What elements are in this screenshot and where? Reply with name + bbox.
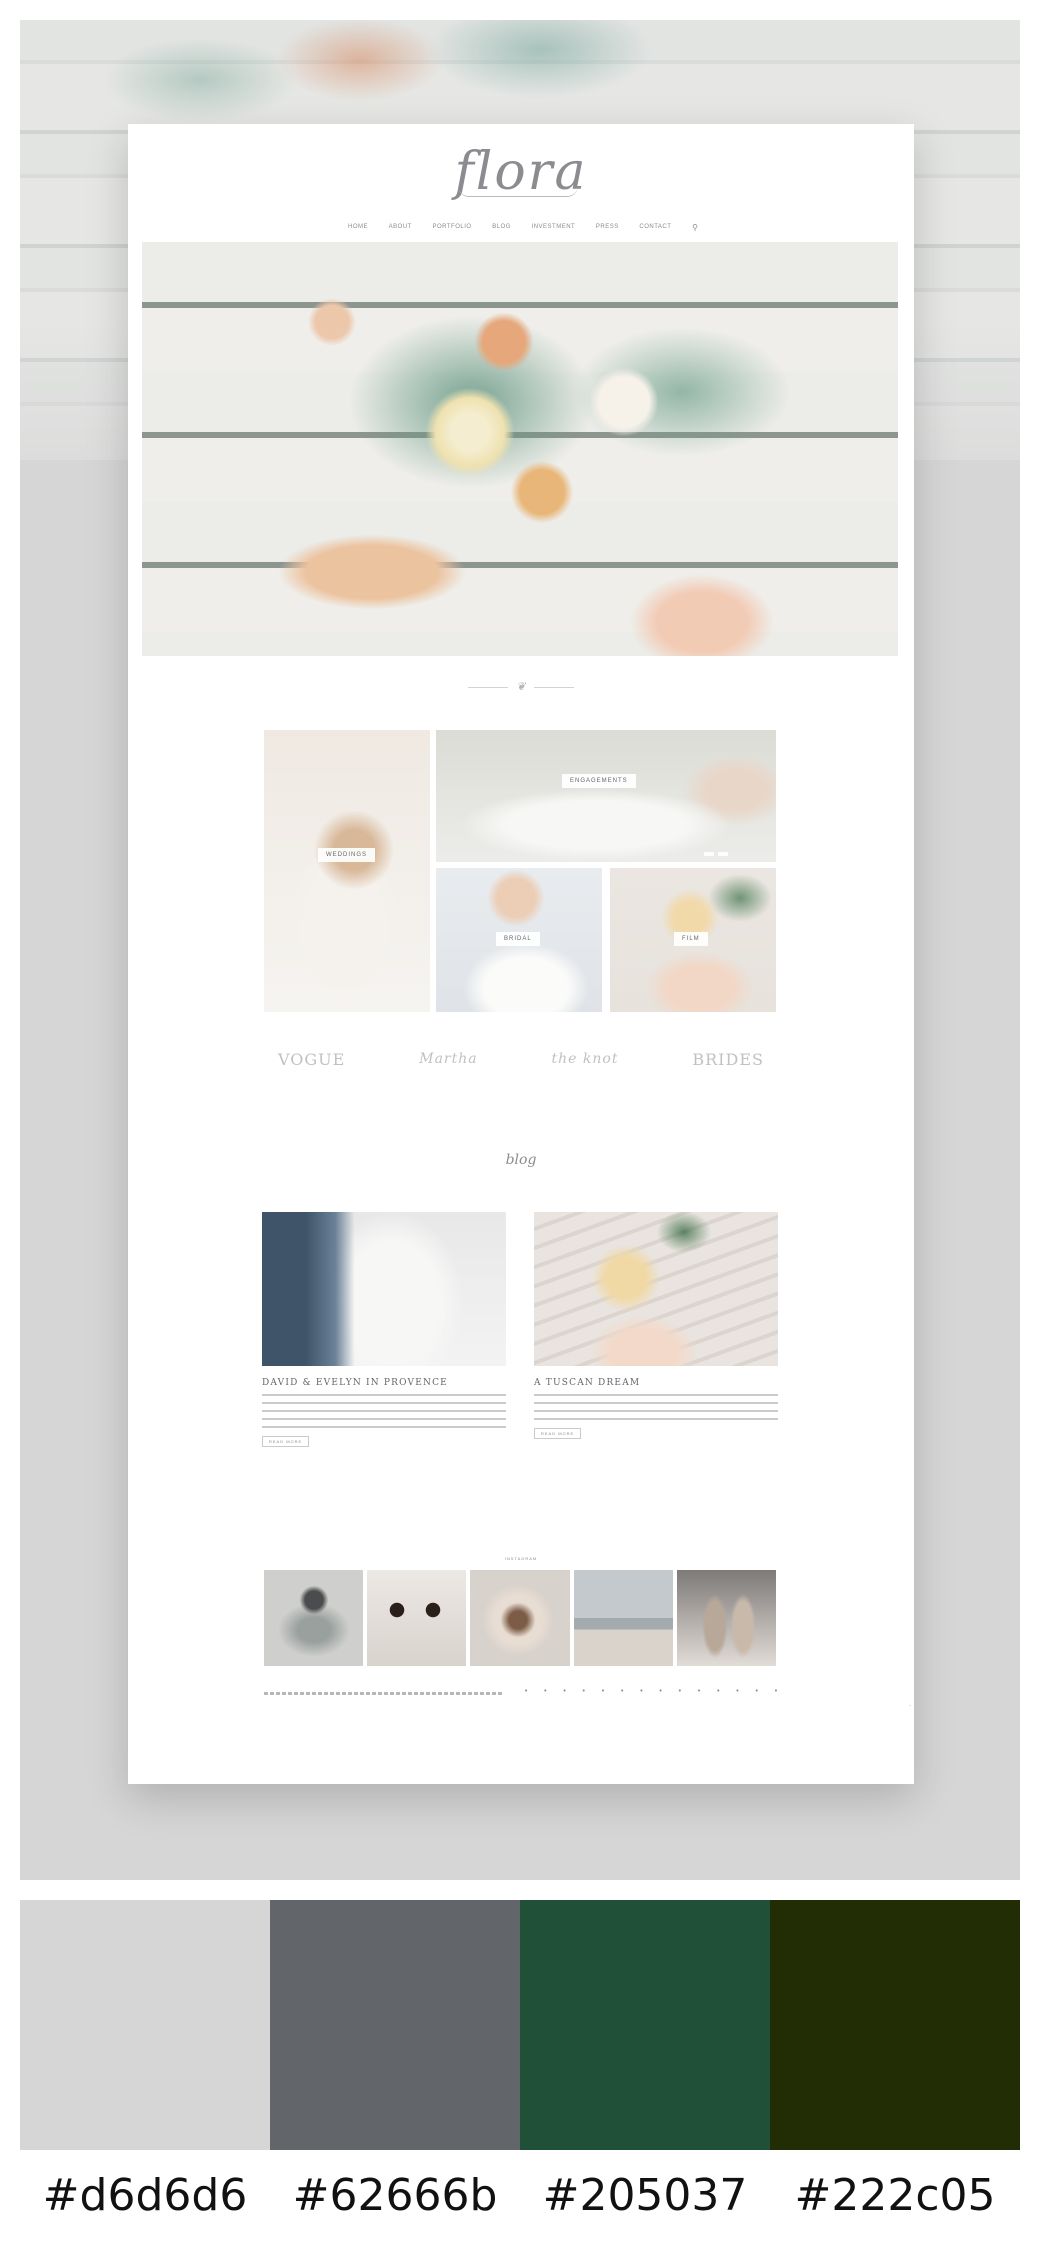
vimeo-icon[interactable]: •: [678, 1687, 682, 1695]
footer-social-icons: • • • • • • • • • • • • • •: [524, 1686, 778, 1696]
post-image[interactable]: [262, 1212, 506, 1366]
instagram-icon[interactable]: •: [562, 1687, 566, 1695]
color-swatch: [770, 1900, 1020, 2150]
nav-item-contact[interactable]: CONTACT: [639, 224, 671, 230]
instagram-photo[interactable]: [367, 1570, 467, 1666]
press-logo-the-knot: the knot: [551, 1051, 619, 1067]
blog-post: DAVID & EVELYN IN PROVENCE READ MORE: [262, 1212, 506, 1448]
tile-label: WEDDINGS: [318, 848, 375, 862]
post-excerpt: [534, 1394, 778, 1420]
nav-item-portfolio[interactable]: PORTFOLIO: [432, 224, 471, 230]
nav-item-investment[interactable]: INVESTMENT: [532, 224, 576, 230]
bloglovin-icon[interactable]: •: [601, 1687, 605, 1695]
linkedin-icon[interactable]: •: [697, 1687, 701, 1695]
press-logo-brides: BRIDES: [692, 1049, 764, 1069]
site-preview: flora HOME ABOUT PORTFOLIO BLOG INVESTME…: [128, 124, 914, 1784]
instagram-label: INSTAGRAM: [504, 1556, 538, 1561]
nav-item-home[interactable]: HOME: [348, 224, 368, 230]
post-title[interactable]: DAVID & EVELYN IN PROVENCE: [262, 1378, 506, 1388]
section-divider: ❦: [128, 680, 914, 693]
color-swatch: [520, 1900, 770, 2150]
portfolio-grid: WEDDINGS ENGAGEMENTS BRIDAL FILM: [264, 730, 776, 1012]
tumblr-icon[interactable]: •: [639, 1687, 643, 1695]
press-logo-vogue: VOGUE: [278, 1049, 346, 1069]
slider-dot[interactable]: [718, 852, 728, 856]
color-code: #62666b: [292, 2170, 498, 2221]
post-title[interactable]: A TUSCAN DREAM: [534, 1378, 778, 1388]
portfolio-tile-film[interactable]: FILM: [610, 868, 776, 1012]
color-codes: #d6d6d6 #62666b #205037 #222c05: [20, 2166, 1020, 2226]
instagram-photo[interactable]: [676, 1570, 777, 1666]
nav-item-blog[interactable]: BLOG: [492, 224, 511, 230]
youtube-icon[interactable]: •: [659, 1687, 663, 1695]
portfolio-tile-weddings[interactable]: WEDDINGS: [264, 730, 430, 1012]
twitter-icon[interactable]: •: [543, 1687, 547, 1695]
color-code: #222c05: [794, 2170, 996, 2221]
press-logo-martha: Martha: [419, 1051, 478, 1067]
website-mockup: flora HOME ABOUT PORTFOLIO BLOG INVESTME…: [20, 20, 1020, 1880]
back-to-top-icon[interactable]: ⌃: [909, 1704, 912, 1709]
instagram-photo[interactable]: [470, 1570, 570, 1666]
blog-post: A TUSCAN DREAM READ MORE: [534, 1212, 778, 1440]
main-nav: HOME ABOUT PORTFOLIO BLOG INVESTMENT PRE…: [348, 220, 698, 234]
snapchat-icon[interactable]: •: [774, 1687, 778, 1695]
post-excerpt: [262, 1394, 506, 1428]
portfolio-tile-bridal[interactable]: BRIDAL: [436, 868, 602, 1012]
instagram-photo[interactable]: [573, 1570, 673, 1666]
color-palette: [20, 1900, 1020, 2150]
search-icon[interactable]: ⚲: [692, 223, 698, 232]
read-more-button[interactable]: READ MORE: [262, 1436, 310, 1447]
color-swatch: [20, 1900, 270, 2150]
instagram-photo[interactable]: [264, 1570, 364, 1666]
pinterest-icon[interactable]: •: [582, 1687, 586, 1695]
nav-item-about[interactable]: ABOUT: [389, 224, 412, 230]
rss-icon[interactable]: •: [735, 1687, 739, 1695]
facebook-icon[interactable]: •: [524, 1687, 528, 1695]
press-logos: VOGUE Martha the knot BRIDES: [278, 1044, 764, 1074]
hero-image: [142, 242, 898, 656]
post-image[interactable]: [534, 1212, 778, 1366]
tile-label: BRIDAL: [496, 932, 540, 946]
color-code: #205037: [542, 2170, 748, 2221]
tile-label: FILM: [674, 932, 708, 946]
color-code: #d6d6d6: [42, 2170, 248, 2221]
instagram-feed: [264, 1570, 777, 1666]
blog-heading: blog: [505, 1152, 537, 1168]
portfolio-tile-engagements[interactable]: ENGAGEMENTS: [436, 730, 776, 862]
nav-item-press[interactable]: PRESS: [596, 224, 619, 230]
color-swatch: [270, 1900, 520, 2150]
etsy-icon[interactable]: •: [755, 1687, 759, 1695]
read-more-button[interactable]: READ MORE: [534, 1428, 582, 1439]
email-icon[interactable]: •: [716, 1687, 720, 1695]
footer-copyright: [264, 1692, 504, 1695]
slider-dots: [704, 852, 728, 856]
google-icon[interactable]: •: [620, 1687, 624, 1695]
logo-swash: [458, 186, 578, 197]
tile-label: ENGAGEMENTS: [562, 774, 636, 788]
slider-dot[interactable]: [704, 852, 714, 856]
